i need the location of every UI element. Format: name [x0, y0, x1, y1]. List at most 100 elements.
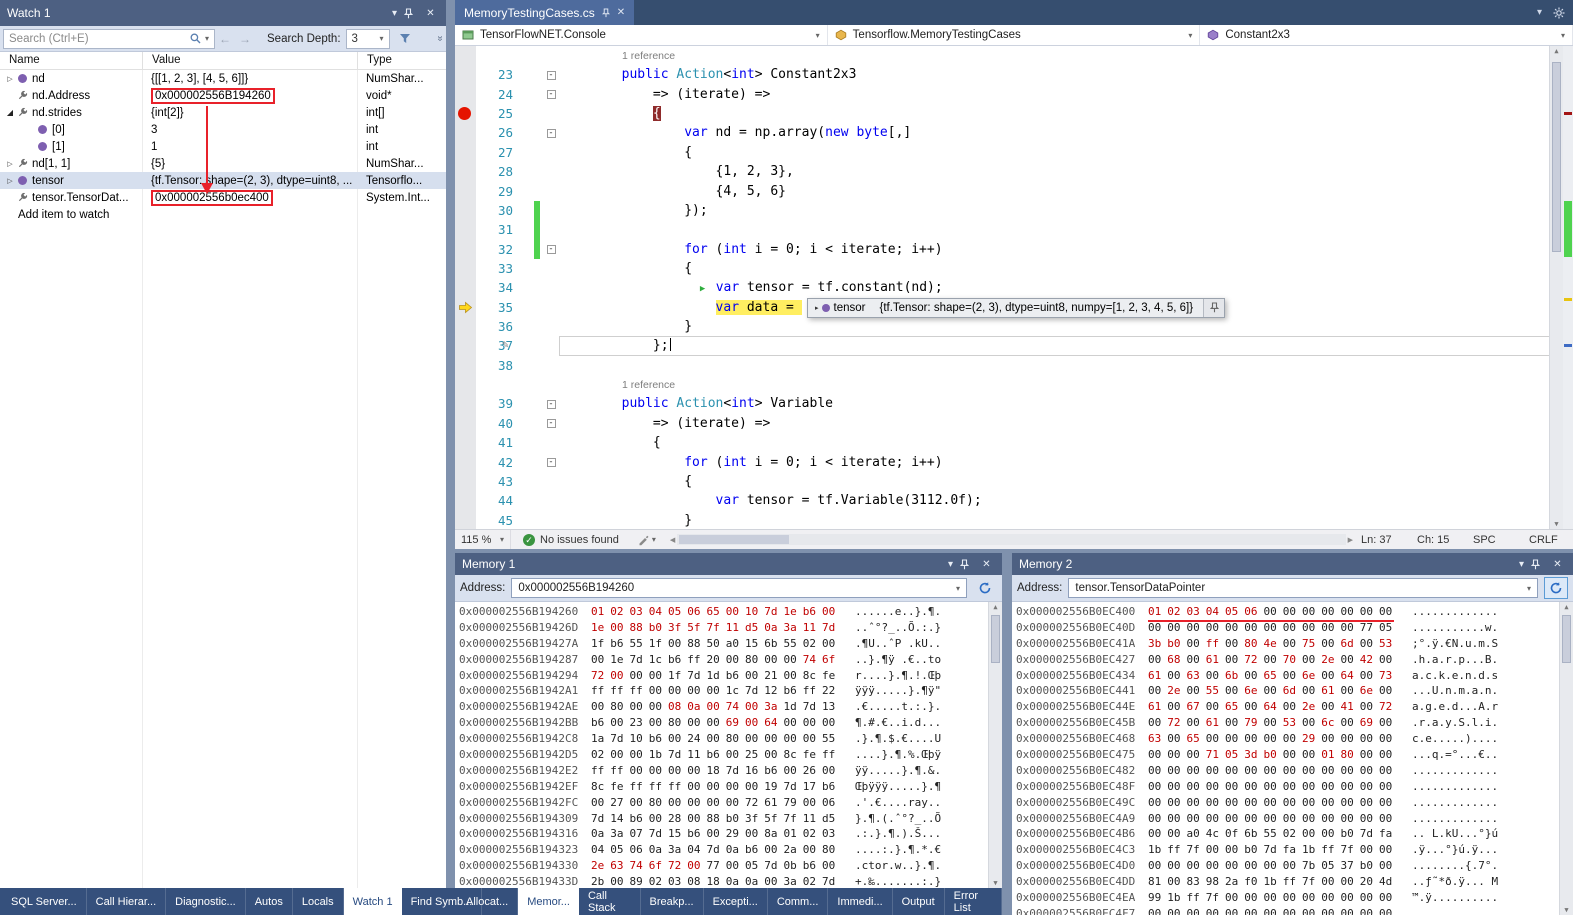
pin-icon[interactable] [1531, 559, 1548, 570]
tab-close-icon[interactable]: ✕ [617, 7, 625, 18]
breakpoint-margin[interactable] [455, 491, 476, 510]
collapse-minus-icon[interactable]: - [547, 90, 556, 99]
horizontal-scrollbar[interactable]: ◀ ▶ [666, 534, 1357, 545]
issues-indicator[interactable]: ✓ No issues found [515, 530, 627, 549]
tab-pin-icon[interactable] [602, 8, 610, 18]
code-line[interactable]: 24- => (iterate) => [455, 85, 1573, 104]
scroll-down-icon[interactable]: ▼ [989, 879, 1002, 887]
tool-tab-allocat[interactable]: Allocat... [457, 888, 518, 915]
collapse-minus-icon[interactable]: - [547, 129, 556, 138]
code-text[interactable]: } [559, 317, 1573, 336]
code-text[interactable] [559, 220, 1573, 239]
fold-toggle[interactable]: - [543, 453, 559, 472]
watch-row[interactable]: ▷nd{[[1, 2, 3], [4, 5, 6]]}NumShar... [0, 70, 446, 87]
codelens-references[interactable]: 1 reference [622, 47, 675, 66]
datatip-popup[interactable]: ▸tensor{tf.Tensor: shape=(2, 3), dtype=u… [807, 298, 1225, 318]
memory2-scrollbar[interactable]: ▲ ▼ [1559, 602, 1573, 915]
code-line[interactable]: 43 { [455, 472, 1573, 491]
collapse-minus-icon[interactable]: - [547, 458, 556, 467]
search-options-icon[interactable]: ▾ [205, 34, 209, 43]
breakpoint-margin[interactable] [455, 336, 476, 355]
fold-toggle[interactable]: - [543, 123, 559, 142]
watch-row[interactable]: ▷tensor{tf.Tensor: shape=(2, 3), dtype=u… [0, 172, 446, 189]
project-dropdown[interactable]: TensorFlowNET.Console ▾ [455, 25, 828, 45]
tool-tab-immedi[interactable]: Immedi... [828, 888, 892, 915]
breakpoint-margin[interactable] [455, 46, 476, 65]
refresh-icon[interactable] [1544, 577, 1568, 599]
column-header-value[interactable]: Value [142, 52, 357, 69]
watch-titlebar[interactable]: Watch 1 ▾ ✕ [0, 0, 446, 26]
pin-icon[interactable] [404, 8, 421, 19]
breakpoint-margin[interactable] [455, 356, 476, 375]
fold-toggle[interactable]: - [543, 65, 559, 84]
expander-collapsed-icon[interactable]: ▷ [4, 160, 16, 168]
tool-tab-memor[interactable]: Memor... [518, 888, 579, 915]
memory2-titlebar[interactable]: Memory 2 ▾ ✕ [1012, 553, 1573, 575]
tool-tab-diagnostic[interactable]: Diagnostic... [166, 888, 246, 915]
codelens-row[interactable]: 1 reference [455, 46, 1573, 65]
code-text[interactable]: }); [559, 201, 1573, 220]
watch-row[interactable]: [1]1int [0, 138, 446, 155]
breakpoint-margin[interactable] [455, 123, 476, 142]
expander-collapsed-icon[interactable]: ▷ [4, 75, 16, 83]
toolbar-overflow-icon[interactable]: » [435, 36, 446, 42]
code-line[interactable]: 29 {4, 5, 6} [455, 182, 1573, 201]
breakpoint-margin[interactable] [455, 317, 476, 336]
code-text[interactable] [559, 356, 1573, 375]
zoom-control[interactable]: 115 % ▾ [455, 530, 511, 549]
breakpoint-icon[interactable] [458, 107, 471, 120]
collapse-minus-icon[interactable]: - [547, 245, 556, 254]
close-icon[interactable]: ✕ [978, 559, 995, 570]
breakpoint-margin[interactable] [455, 259, 476, 278]
type-dropdown[interactable]: Tensorflow.MemoryTestingCases ▾ [828, 25, 1201, 45]
code-line[interactable]: 40- => (iterate) => [455, 414, 1573, 433]
fold-toggle[interactable]: - [543, 394, 559, 413]
breakpoint-margin[interactable] [455, 394, 476, 413]
breakpoint-margin[interactable] [455, 433, 476, 452]
pin-icon[interactable] [960, 559, 977, 570]
code-editor[interactable]: 1 reference23- public Action<int> Consta… [455, 46, 1573, 529]
watch-row[interactable]: [0]3int [0, 121, 446, 138]
hscroll-track[interactable] [677, 534, 1345, 545]
scroll-right-icon[interactable]: ▶ [1348, 536, 1353, 544]
breakpoint-margin[interactable] [455, 182, 476, 201]
code-text[interactable]: { [559, 259, 1573, 278]
breakpoint-margin[interactable] [455, 472, 476, 491]
code-line[interactable]: 34 ▶ var tensor = tf.constant(nd); [455, 278, 1573, 297]
tool-tab-call-hierar[interactable]: Call Hierar... [87, 888, 167, 915]
address-input[interactable]: tensor.TensorDataPointer ▾ [1068, 578, 1538, 598]
search-back-icon[interactable]: ← [219, 32, 231, 46]
memory2-hex-view[interactable]: 0x000002556B0EC4000102030405060000000000… [1012, 602, 1573, 915]
code-text[interactable]: => (iterate) => [559, 414, 1573, 433]
window-position-icon[interactable]: ▾ [1513, 559, 1530, 570]
code-text[interactable]: ▶ var tensor = tf.constant(nd); [559, 278, 1573, 297]
expander-collapsed-icon[interactable]: ▷ [4, 177, 16, 185]
column-header-type[interactable]: Type [357, 52, 446, 69]
breakpoint-margin[interactable] [455, 162, 476, 181]
breakpoint-margin[interactable] [455, 453, 476, 472]
memory1-titlebar[interactable]: Memory 1 ▾ ✕ [455, 553, 1002, 575]
code-line[interactable]: 42- for (int i = 0; i < iterate; i++) [455, 453, 1573, 472]
scroll-down-icon[interactable]: ▼ [1560, 906, 1573, 914]
memory1-hex-view[interactable]: 0x000002556B1942600102030405066500107d1e… [455, 602, 1002, 888]
window-position-icon[interactable]: ▾ [942, 559, 959, 570]
code-text[interactable]: { [559, 143, 1573, 162]
watch-row[interactable]: ◢nd.strides{int[2]}int[] [0, 104, 446, 121]
code-line[interactable]: 30 }); [455, 201, 1573, 220]
watch-row[interactable]: nd.Address0x000002556B194260void* [0, 87, 446, 104]
code-text[interactable]: public Action<int> Constant2x3 [559, 65, 1573, 84]
code-line[interactable]: 39- public Action<int> Variable [455, 394, 1573, 413]
code-text[interactable]: { [559, 433, 1573, 452]
scrollbar-thumb[interactable] [1552, 62, 1561, 252]
code-line[interactable]: 41 { [455, 433, 1573, 452]
scroll-down-icon[interactable]: ▼ [1550, 520, 1563, 528]
tool-tab-autos[interactable]: Autos [246, 888, 293, 915]
editor-vertical-scrollbar[interactable]: ▲ ▼ [1549, 46, 1573, 529]
code-line[interactable]: 28 {1, 2, 3}, [455, 162, 1573, 181]
code-text[interactable]: 1 reference [559, 375, 1573, 394]
code-line[interactable]: 33 { [455, 259, 1573, 278]
tool-tab-breakp[interactable]: Breakp... [641, 888, 704, 915]
window-position-icon[interactable]: ▾ [386, 8, 403, 19]
code-text[interactable]: {1, 2, 3}, [559, 162, 1573, 181]
code-text[interactable]: { [559, 104, 1573, 123]
